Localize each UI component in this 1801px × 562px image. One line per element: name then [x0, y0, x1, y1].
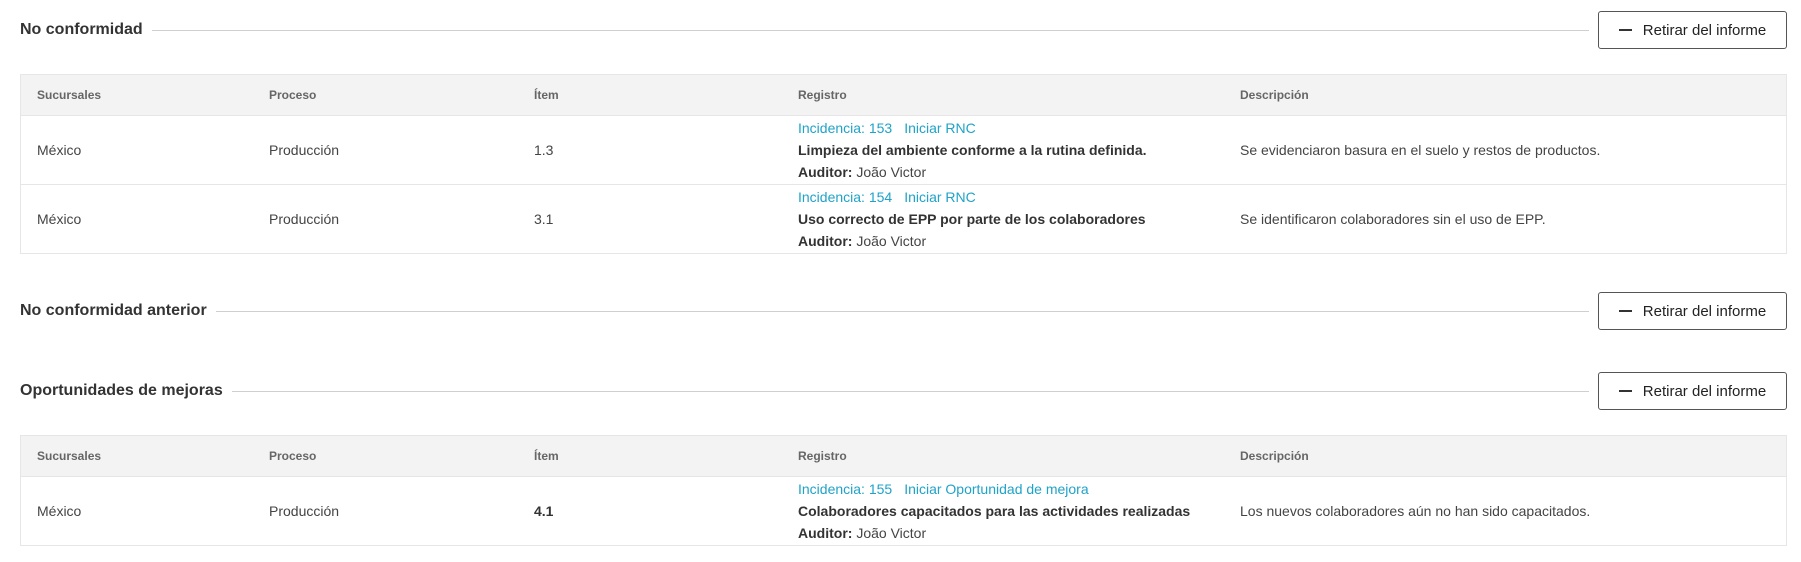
cell-descripcion: Se identificaron colaboradores sin el us… [1240, 211, 1546, 227]
section-title: No conformidad [20, 21, 143, 38]
auditor-name: João Victor [856, 525, 927, 541]
section-divider [151, 29, 1589, 31]
section-divider [231, 390, 1589, 392]
registro-links: Incidencia: 154 Iniciar RNC [798, 186, 1240, 208]
section-header-oportunidades-de-mejoras: Oportunidades de mejoras Retirar del inf… [20, 372, 1787, 410]
section-title: Oportunidades de mejoras [20, 382, 223, 399]
cell-proceso: Producción [269, 142, 340, 158]
cell-item: 4.1 [534, 503, 554, 519]
column-header-item: Ítem [534, 88, 559, 102]
table-header: Sucursales Proceso Ítem Registro Descrip… [21, 75, 1786, 115]
iniciar-rnc-link[interactable]: Iniciar RNC [904, 189, 976, 205]
no-conformidad-table: Sucursales Proceso Ítem Registro Descrip… [20, 74, 1787, 254]
auditor-name: João Victor [856, 233, 927, 249]
column-header-descripcion: Descripción [1240, 88, 1309, 102]
section-header-no-conformidad-anterior: No conformidad anterior Retirar del info… [20, 292, 1787, 330]
incidencia-link[interactable]: Incidencia: 153 [798, 120, 892, 136]
cell-proceso: Producción [269, 211, 340, 227]
column-header-descripcion: Descripción [1240, 449, 1309, 463]
table-header: Sucursales Proceso Ítem Registro Descrip… [21, 436, 1786, 476]
cell-sucursal: México [37, 503, 82, 519]
registro-auditor: Auditor: João Victor [798, 161, 1240, 183]
button-label: Retirar del informe [1642, 302, 1767, 320]
incidencia-link[interactable]: Incidencia: 155 [798, 481, 892, 497]
remove-from-report-button[interactable]: Retirar del informe [1598, 372, 1787, 410]
column-header-sucursales: Sucursales [37, 449, 102, 463]
incidencia-link[interactable]: Incidencia: 154 [798, 189, 892, 205]
button-label: Retirar del informe [1642, 382, 1767, 400]
table-row: México Producción 1.3 Incidencia: 153 Ini… [21, 115, 1786, 184]
registro-auditor: Auditor: João Victor [798, 522, 1240, 544]
registro-title: Limpieza del ambiente conforme a la ruti… [798, 142, 1147, 158]
registro-links: Incidencia: 155 Iniciar Oportunidad de me… [798, 478, 1240, 500]
table-row: México Producción 3.1 Incidencia: 154 Ini… [21, 184, 1786, 253]
cell-proceso: Producción [269, 503, 340, 519]
registro-links: Incidencia: 153 Iniciar RNC [798, 117, 1240, 139]
auditor-name: João Victor [856, 164, 927, 180]
minus-icon [1618, 390, 1632, 392]
auditor-label: Auditor: [798, 233, 853, 249]
column-header-sucursales: Sucursales [37, 88, 102, 102]
cell-descripcion: Se evidenciaron basura en el suelo y res… [1240, 142, 1601, 158]
report-page: No conformidad Retirar del informe Sucur… [0, 0, 1801, 562]
iniciar-rnc-link[interactable]: Iniciar RNC [904, 120, 976, 136]
section-title: No conformidad anterior [20, 302, 207, 319]
cell-sucursal: México [37, 211, 82, 227]
column-header-item: Ítem [534, 449, 559, 463]
registro-title: Colaboradores capacitados para las activ… [798, 503, 1191, 519]
table-row: México Producción 4.1 Incidencia: 155 Ini… [21, 476, 1786, 545]
registro-auditor: Auditor: João Victor [798, 230, 1240, 252]
auditor-label: Auditor: [798, 525, 853, 541]
column-header-registro: Registro [798, 449, 847, 463]
section-header-no-conformidad: No conformidad Retirar del informe [20, 11, 1787, 49]
cell-registro: Incidencia: 154 Iniciar RNC Uso correcto … [798, 186, 1240, 252]
button-label: Retirar del informe [1642, 21, 1767, 39]
column-header-registro: Registro [798, 88, 847, 102]
cell-registro: Incidencia: 155 Iniciar Oportunidad de me… [798, 478, 1240, 544]
cell-registro: Incidencia: 153 Iniciar RNC Limpieza del … [798, 117, 1240, 183]
cell-descripcion: Los nuevos colaboradores aún no han sido… [1240, 503, 1591, 519]
oportunidades-table: Sucursales Proceso Ítem Registro Descrip… [20, 435, 1787, 546]
column-header-proceso: Proceso [269, 449, 317, 463]
iniciar-oportunidad-link[interactable]: Iniciar Oportunidad de mejora [904, 481, 1088, 497]
column-header-proceso: Proceso [269, 88, 317, 102]
auditor-label: Auditor: [798, 164, 853, 180]
cell-item: 1.3 [534, 142, 554, 158]
registro-title: Uso correcto de EPP por parte de los col… [798, 211, 1146, 227]
minus-icon [1618, 29, 1632, 31]
remove-from-report-button[interactable]: Retirar del informe [1598, 292, 1787, 330]
minus-icon [1618, 310, 1632, 312]
cell-sucursal: México [37, 142, 82, 158]
section-divider [215, 310, 1589, 312]
remove-from-report-button[interactable]: Retirar del informe [1598, 11, 1787, 49]
cell-item: 3.1 [534, 211, 554, 227]
